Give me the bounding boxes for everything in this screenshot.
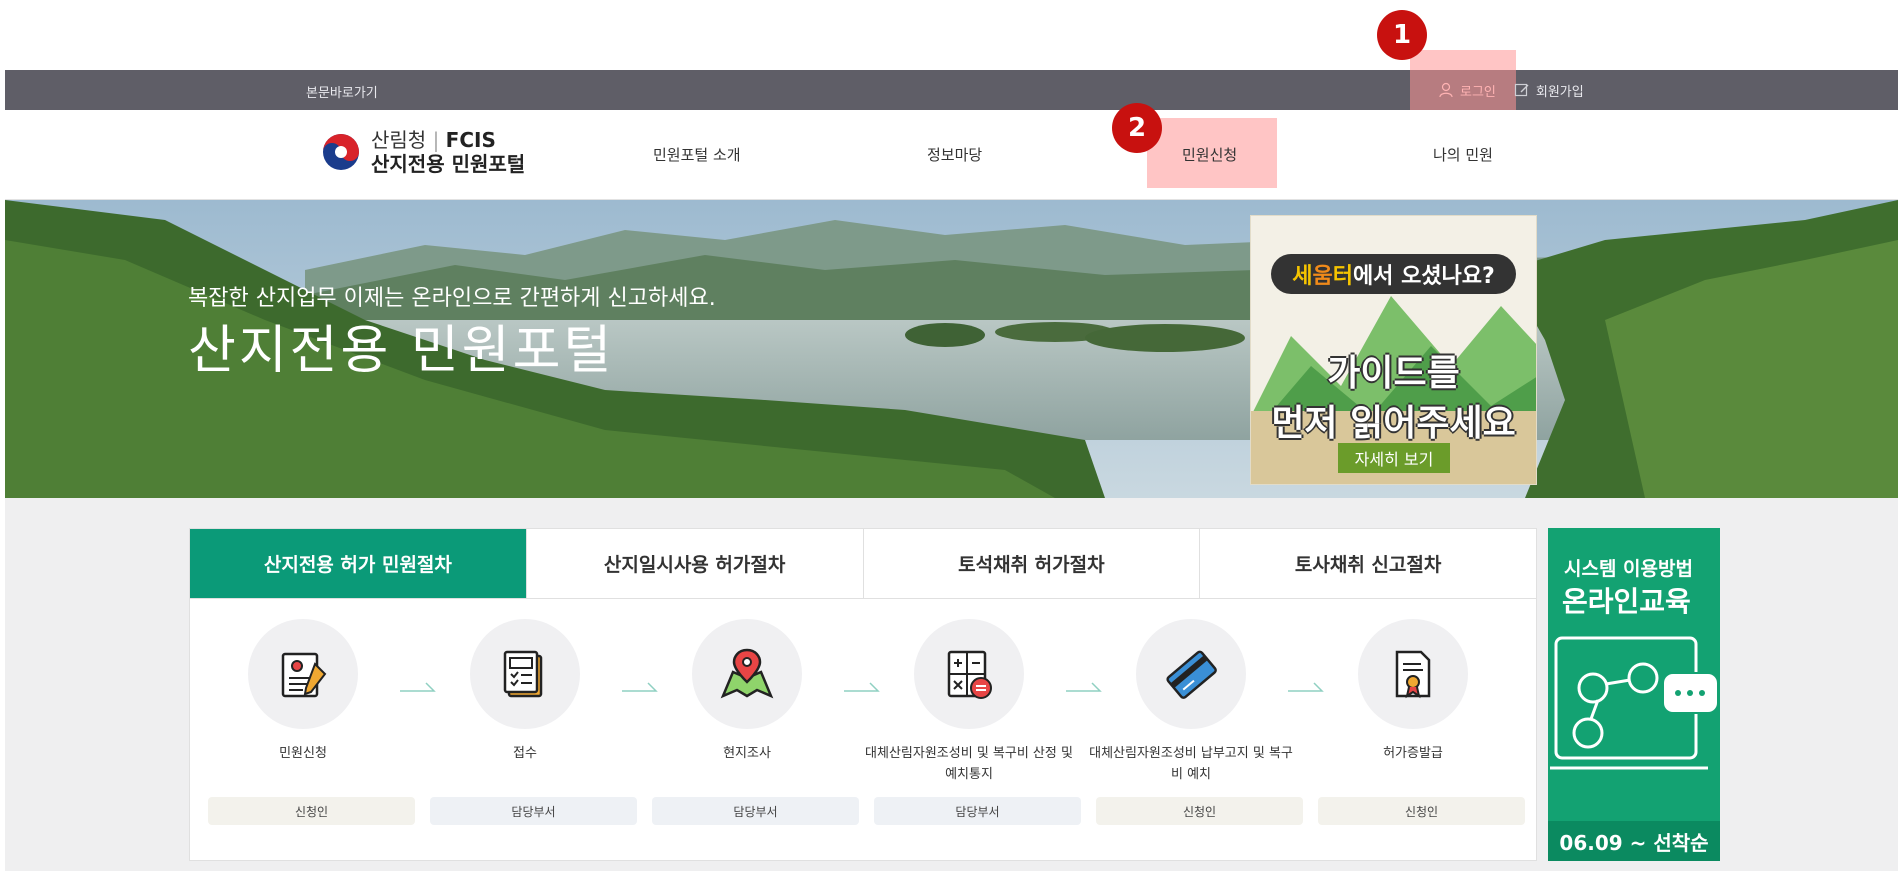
nav-info[interactable]: 정보마당: [927, 144, 982, 165]
step-5: 대체산림자원조성비 납부고지 및 복구비 예치 신청인: [1086, 619, 1303, 825]
step-4: 대체산림자원조성비 및 복구비 산정 및 예치통지 담당부서: [864, 619, 1081, 825]
skip-to-content-link[interactable]: 본문바로가기: [306, 82, 378, 101]
main-navigation: 산림청 | FCIS 산지전용 민원포털 민원포털 소개 정보마당 민원신청 나…: [5, 110, 1898, 200]
tab-temporary-use[interactable]: 산지일시사용 허가절차: [527, 529, 864, 598]
step-label: 접수: [513, 746, 537, 761]
step-3: 현지조사 담당부서: [642, 619, 859, 825]
signup-link[interactable]: 회원가입: [1514, 81, 1584, 100]
step-role: 신청인: [208, 797, 415, 825]
step-role: 신청인: [1318, 797, 1525, 825]
document-pen-icon: [281, 652, 327, 698]
laptop-share-icon: [1550, 636, 1719, 770]
step-label: 대체산림자원조성비 및 복구비 산정 및 예치통지: [865, 746, 1073, 782]
utility-bar: 본문바로가기: [5, 70, 1898, 110]
online-education-banner[interactable]: 시스템 이용방법 온라인교육 06.09 ~ 선착순: [1548, 528, 1720, 861]
map-pin-icon: [720, 648, 774, 699]
korea-emblem-icon: [323, 134, 359, 170]
step-label: 대체산림자원조성비 납부고지 및 복구비 예치: [1089, 746, 1293, 782]
calculator-icon: [947, 650, 992, 699]
promo-line-1: 가이드를: [1327, 353, 1460, 394]
step-6: 허가증발급 신청인: [1308, 619, 1525, 825]
logo-text: 산림청 | FCIS 산지전용 민원포털: [371, 128, 526, 176]
step-2: 접수 담당부서: [420, 619, 637, 825]
logo-portal: 산지전용 민원포털: [371, 152, 526, 176]
top-margin: [0, 0, 1898, 70]
certificate-icon: [1395, 650, 1431, 699]
hero-title: 산지전용 민원포털: [188, 321, 615, 381]
procedure-steps: 민원신청 신청인 접수 담당부서 현지조사 담당부서 대체산림자원조성비 및 복…: [190, 619, 1536, 859]
procedure-panel: 산지전용 허가 민원절차 산지일시사용 허가절차 토석채취 허가절차 토사채취 …: [189, 528, 1537, 861]
procedure-tabs: 산지전용 허가 민원절차 산지일시사용 허가절차 토석채취 허가절차 토사채취 …: [190, 529, 1536, 599]
signup-label: 회원가입: [1535, 84, 1584, 100]
promo-question: 세 움 터 에서 오셨나요?: [1271, 254, 1516, 294]
edu-line-1: 시스템 이용방법: [1564, 558, 1693, 580]
nav-apply[interactable]: 민원신청: [1182, 144, 1237, 165]
tab-soil-extraction[interactable]: 토사채취 신고절차: [1200, 529, 1536, 598]
edu-schedule: 06.09 ~ 선착순: [1548, 821, 1720, 861]
step-role: 담당부서: [430, 797, 637, 825]
credit-card-icon: [1166, 650, 1217, 699]
logo-code: FCIS: [445, 128, 496, 152]
step-label: 허가증발급: [1383, 746, 1443, 761]
promo-detail-button[interactable]: 자세히 보기: [1338, 443, 1450, 473]
annotation-badge-1: 1: [1377, 10, 1427, 60]
utility-links: 로그인 회원가입: [1438, 70, 1602, 110]
checklist-icon: [503, 650, 543, 698]
step-role: 담당부서: [874, 797, 1081, 825]
site-logo[interactable]: 산림청 | FCIS 산지전용 민원포털: [321, 128, 525, 176]
edu-line-2: 온라인교육: [1562, 585, 1691, 618]
annotation-badge-2: 2: [1112, 103, 1162, 153]
login-label: 로그인: [1460, 84, 1496, 100]
hero-banner: 복잡한 산지업무 이제는 온라인으로 간편하게 신고하세요. 산지전용 민원포털: [5, 200, 1898, 498]
step-role: 신청인: [1096, 797, 1303, 825]
step-1: 민원신청 신청인: [198, 619, 415, 825]
step-label: 민원신청: [279, 746, 327, 761]
login-link[interactable]: 로그인: [1438, 81, 1496, 100]
nav-portal-intro[interactable]: 민원포털 소개: [653, 144, 741, 165]
tab-stone-extraction[interactable]: 토석채취 허가절차: [864, 529, 1201, 598]
tab-forest-conversion[interactable]: 산지전용 허가 민원절차: [190, 529, 527, 598]
user-icon: [1439, 82, 1453, 98]
guide-promo-banner[interactable]: 세 움 터 에서 오셨나요? 가이드를 먼저 읽어주세요 자세히 보기: [1250, 215, 1537, 485]
logo-org: 산림청: [371, 128, 427, 152]
step-role: 담당부서: [652, 797, 859, 825]
step-label: 현지조사: [723, 746, 771, 761]
nav-my-applications[interactable]: 나의 민원: [1433, 144, 1493, 165]
promo-line-2: 먼저 읽어주세요: [1271, 403, 1516, 444]
edit-icon: [1514, 83, 1529, 97]
